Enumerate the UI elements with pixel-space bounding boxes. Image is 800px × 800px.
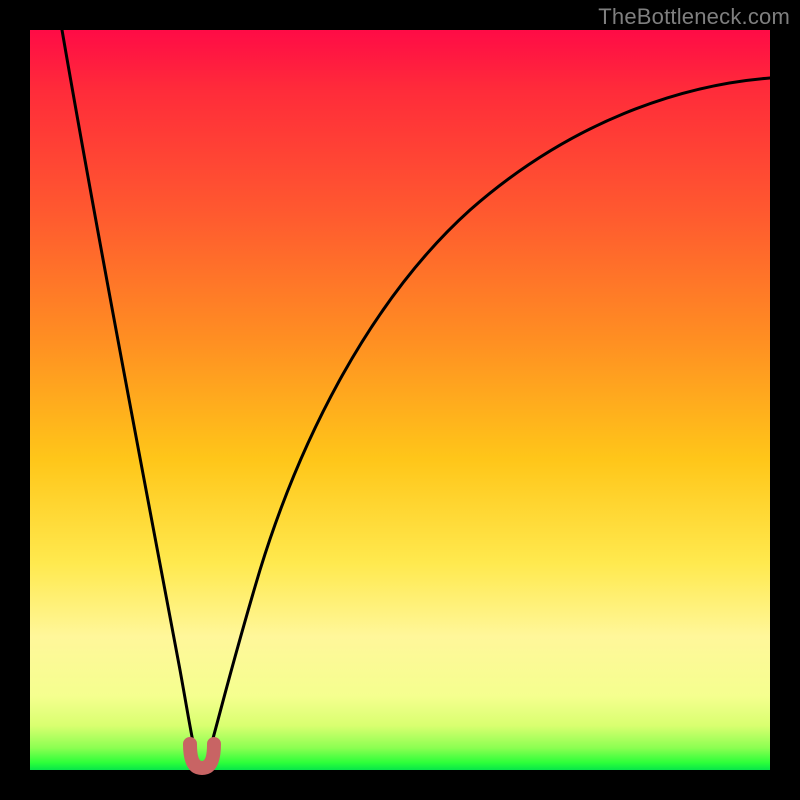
bottleneck-curve-left	[62, 30, 196, 756]
chart-frame: TheBottleneck.com	[0, 0, 800, 800]
watermark-text: TheBottleneck.com	[598, 4, 790, 30]
bottleneck-curve-right	[208, 78, 770, 756]
curve-layer	[30, 30, 770, 770]
optimal-marker	[190, 744, 214, 768]
